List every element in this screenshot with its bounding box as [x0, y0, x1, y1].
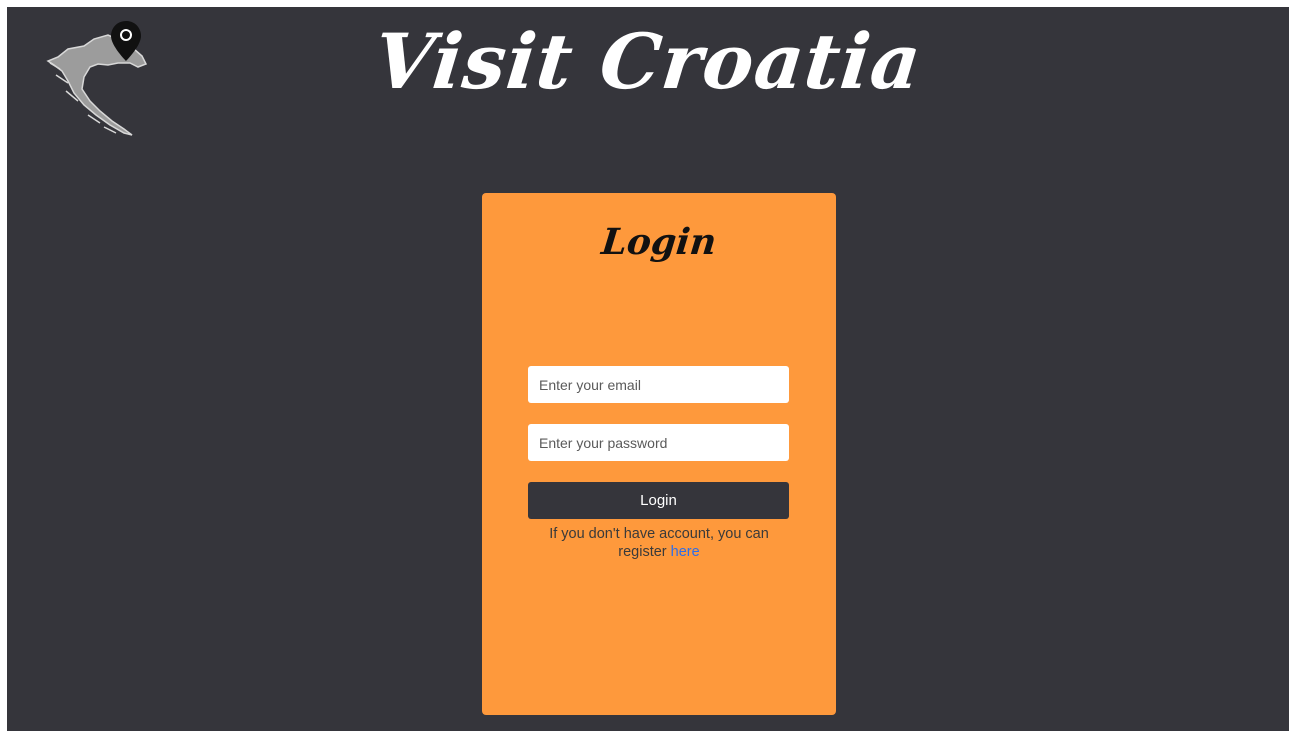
login-card: Login Login If you don't have account, y…: [482, 193, 836, 715]
register-link[interactable]: here: [671, 544, 700, 560]
site-title: Visit Croatia: [370, 17, 926, 106]
password-input[interactable]: [528, 424, 789, 461]
login-title: Login: [599, 221, 719, 263]
register-hint-text: If you don't have account, you can regis…: [549, 526, 769, 560]
login-button[interactable]: Login: [528, 482, 789, 519]
email-input[interactable]: [528, 366, 789, 403]
register-hint: If you don't have account, you can regis…: [532, 525, 786, 561]
page-background: Visit Croatia Login Login If you don't h…: [7, 7, 1289, 731]
